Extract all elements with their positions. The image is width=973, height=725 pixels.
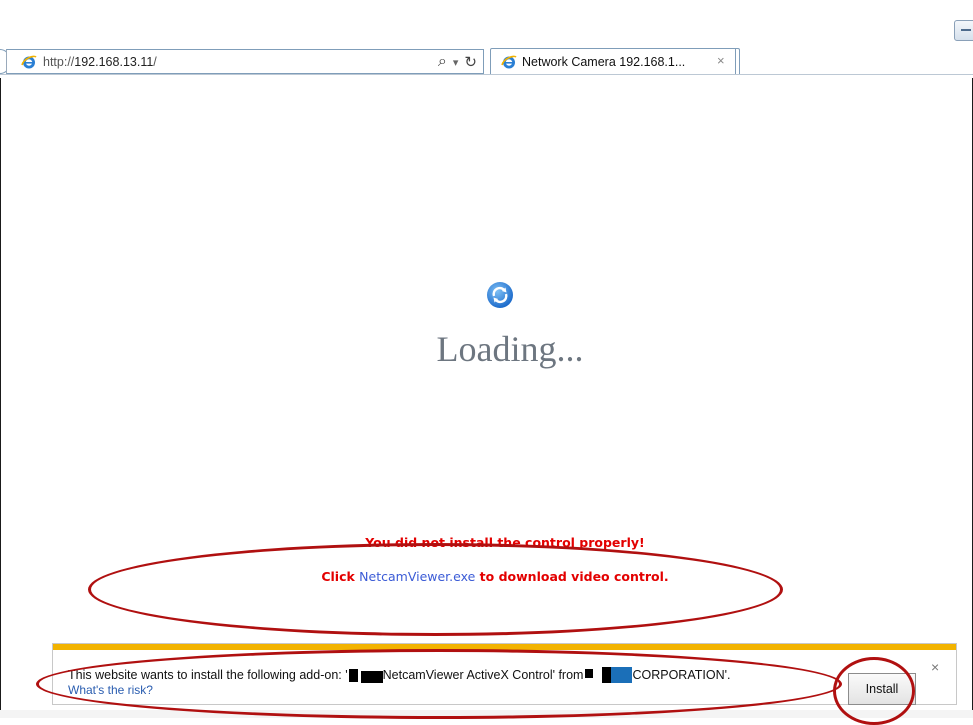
publisher-name: CORPORATION'. xyxy=(632,668,731,682)
close-icon[interactable]: × xyxy=(717,53,725,68)
browser-chrome: http://192.168.13.11/ ⌕ ▾ ↻ Network Came… xyxy=(0,0,973,78)
address-tools: ⌕ ▾ ↻ xyxy=(438,53,477,71)
loading-spinner-icon xyxy=(487,282,513,308)
notification-message: This website wants to install the follow… xyxy=(68,667,730,683)
window-minimize-button[interactable] xyxy=(954,20,973,41)
address-bar[interactable]: http://192.168.13.11/ ⌕ ▾ ↻ xyxy=(6,49,484,74)
redacted-logo xyxy=(602,667,612,683)
redacted-logo xyxy=(360,671,383,683)
status-strip xyxy=(0,710,973,718)
instruction-suffix: to download video control. xyxy=(475,569,669,584)
netcamviewer-download-link[interactable]: NetcamViewer.exe xyxy=(359,569,475,584)
redacted-logo xyxy=(611,667,633,683)
search-icon[interactable]: ⌕ xyxy=(438,53,447,71)
control-name: NetcamViewer ActiveX Control' from xyxy=(382,668,584,682)
error-message: You did not install the control properly… xyxy=(365,535,645,550)
download-instruction: Click NetcamViewer.exe to download video… xyxy=(270,569,720,584)
instruction-prefix: Click xyxy=(321,569,360,584)
redacted-logo xyxy=(585,668,594,678)
dropdown-icon[interactable]: ▾ xyxy=(453,56,459,69)
whats-the-risk-link[interactable]: What's the risk? xyxy=(68,683,153,697)
address-url[interactable]: http://192.168.13.11/ xyxy=(43,55,157,69)
notification-accent xyxy=(53,644,956,650)
addon-notification-bar: This website wants to install the follow… xyxy=(52,643,957,705)
browser-tab[interactable]: Network Camera 192.168.1... × xyxy=(490,48,740,75)
notification-text-start: This website wants to install the follow… xyxy=(68,668,348,682)
tab-title: Network Camera 192.168.1... xyxy=(522,55,686,69)
redacted-logo xyxy=(348,668,358,682)
ie-logo-icon xyxy=(501,55,517,69)
chrome-divider xyxy=(0,74,973,75)
ie-logo-icon xyxy=(21,55,37,68)
loading-text: Loading... xyxy=(436,329,584,369)
refresh-icon[interactable]: ↻ xyxy=(464,53,477,71)
install-button[interactable]: Install xyxy=(848,673,916,705)
tab-divider xyxy=(735,48,736,74)
close-icon[interactable]: × xyxy=(931,659,939,675)
